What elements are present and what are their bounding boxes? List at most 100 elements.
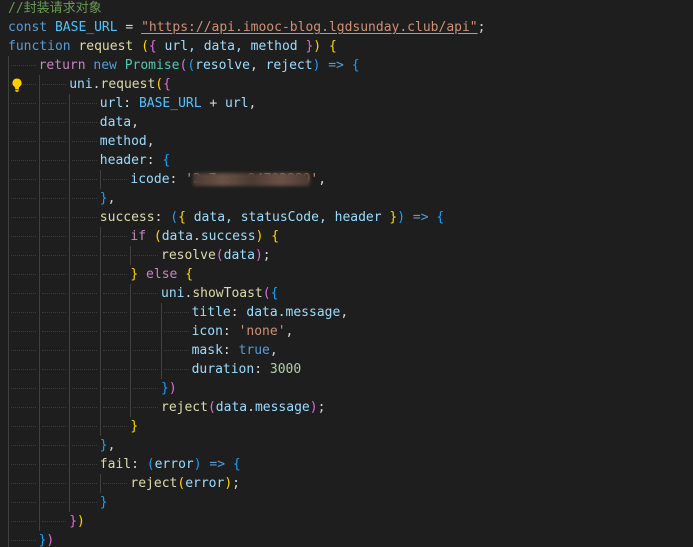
indent-guide [38,151,40,170]
whitespace-marker [41,103,67,105]
indent-guide [8,417,9,436]
code-line[interactable]: reject(data.message); [0,398,693,417]
indent-guide [130,322,132,341]
indent-guide [69,417,71,436]
code-token: , [269,343,278,358]
code-token: + [201,96,226,111]
whitespace-marker [72,274,97,276]
indent-guide [38,455,40,474]
code-line[interactable]: uni.showToast({ [0,284,693,303]
code-line[interactable]: } else { [0,265,693,284]
indent-guide [161,322,162,341]
code-token: : [131,457,147,472]
code-line[interactable]: } [0,417,693,436]
indent-guide [69,170,71,189]
code-token: error [154,457,194,472]
indent-guide [99,284,101,303]
code-token: message [285,305,341,320]
code-line[interactable]: icode: '2●7●●●●94702889', [0,170,693,189]
indent-guide [8,360,9,379]
code-line[interactable]: mask: true, [0,341,693,360]
whitespace-marker [102,293,128,295]
code-line[interactable]: }) [0,379,693,398]
code-token: } [161,381,169,396]
indent-guide [8,75,9,94]
code-line[interactable]: if (data.success) { [0,227,693,246]
code-line[interactable]: const BASE_URL = "https://api.imooc-blog… [0,18,693,37]
whitespace-marker [11,521,36,523]
code-token: "https://api.imooc-blog.lgdsunday.club/a… [141,20,478,35]
indent-guide [8,398,9,417]
whitespace-marker [11,293,36,295]
code-token: ) [168,381,177,396]
code-line[interactable]: header: { [0,151,693,170]
indent-guide [8,208,9,227]
code-line[interactable]: icon: 'none', [0,322,693,341]
code-token: => [328,58,344,73]
code-text: reject(error); [130,474,240,493]
code-text: } [100,493,108,512]
indent-guide [130,360,132,379]
code-token: : [230,305,247,320]
code-line[interactable]: fail: (error) => { [0,455,693,474]
indent-guide [38,132,40,151]
lightbulb-icon[interactable] [11,78,23,92]
indent-guide [8,246,9,265]
indent-guide [69,208,71,227]
code-text: duration: 3000 [192,360,302,379]
code-line[interactable]: url: BASE_URL + url, [0,94,693,113]
indent-guide [38,379,40,398]
code-editor[interactable]: //封装请求对象 const BASE_URL = "https://api.im… [0,0,693,547]
indent-guide [8,56,9,75]
whitespace-marker [102,255,128,257]
indent-guide [69,151,71,170]
code-line[interactable]: uni.request({ [0,75,693,94]
code-token: ) [397,210,406,225]
whitespace-marker [72,464,97,466]
code-line[interactable]: method, [0,132,693,151]
code-token: data [246,305,278,320]
whitespace-marker [102,350,128,352]
code-line[interactable]: //封装请求对象 [0,0,693,18]
indent-guide [99,170,101,189]
indent-guide [38,170,40,189]
code-line[interactable]: title: data.message, [0,303,693,322]
code-line[interactable]: data, [0,113,693,132]
code-line[interactable]: }) [0,512,693,531]
whitespace-marker [102,388,128,390]
code-token: ) [254,248,263,263]
code-token: data [161,229,194,244]
whitespace-marker [41,350,67,352]
code-token: ) [309,400,318,415]
code-token: resolve [161,248,216,263]
code-token: { [148,39,157,54]
code-text: fail: (error) => { [100,455,241,474]
code-token: resolve [195,58,250,73]
code-line[interactable]: duration: 3000 [0,360,693,379]
code-text: method, [100,132,155,151]
code-token: , [318,172,327,187]
code-line[interactable]: } [0,493,693,512]
code-line[interactable]: }) [0,531,693,547]
indent-guide [8,474,9,493]
code-text: url: BASE_URL + url, [100,94,257,113]
code-line[interactable]: }, [0,189,693,208]
code-line[interactable]: reject(error); [0,474,693,493]
indent-guide [38,398,40,417]
code-line[interactable]: function request ({ url, data, method })… [0,37,693,56]
code-line[interactable]: }, [0,436,693,455]
whitespace-marker [41,312,67,314]
code-line[interactable]: success: ({ data, statusCode, header }) … [0,208,693,227]
code-line[interactable]: return new Promise((resolve, reject) => … [0,56,693,75]
whitespace-marker [102,331,128,333]
indent-guide [99,265,101,284]
indent-guide [8,455,9,474]
code-token: , [107,438,116,453]
code-token: header [99,153,147,168]
code-token: } [99,438,108,453]
indent-guide [130,379,132,398]
code-text: } [130,417,138,436]
code-token: icode [130,172,170,187]
code-line[interactable]: resolve(data); [0,246,693,265]
